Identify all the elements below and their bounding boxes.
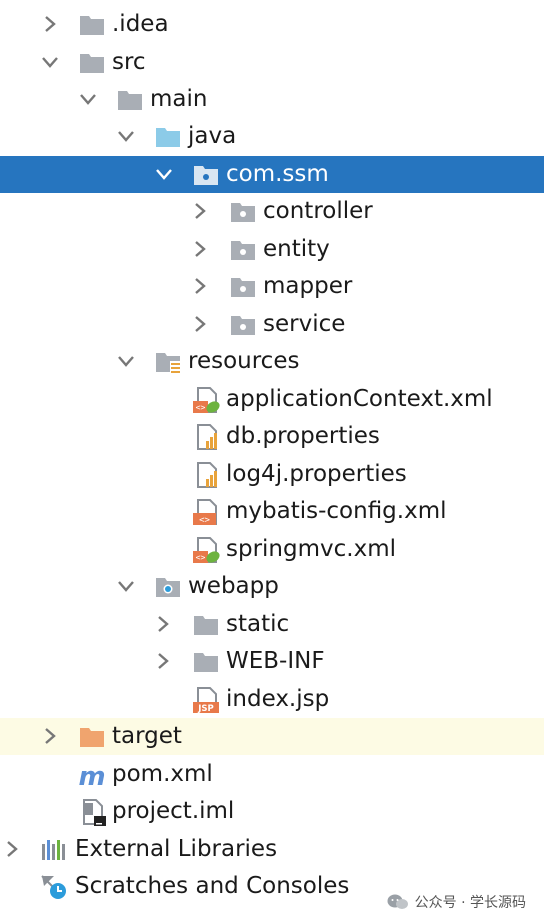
package-icon (231, 278, 255, 297)
chevron-down-icon[interactable] (78, 89, 98, 109)
tree-item-label: static (226, 611, 290, 637)
jsp-badge-text: JSP (197, 704, 214, 714)
chevron-right-icon[interactable] (190, 201, 210, 221)
spring-xml-icon: <> (193, 387, 220, 413)
chevron-right-icon[interactable] (190, 276, 210, 296)
tree-item-label: src (112, 49, 146, 75)
tree-item-entity[interactable]: entity (0, 231, 544, 268)
tree-item-static[interactable]: static (0, 606, 544, 643)
chevron-down-icon[interactable] (40, 52, 60, 72)
tree-item-service[interactable]: service (0, 306, 544, 343)
svg-text:m: m (78, 762, 105, 789)
chevron-right-icon[interactable] (190, 239, 210, 259)
tree-item-springmvc-xml[interactable]: <> springmvc.xml (0, 531, 544, 568)
tree-item-external-libraries[interactable]: External Libraries (0, 831, 544, 868)
tree-item-label: controller (263, 198, 373, 224)
tree-item-label: target (112, 723, 182, 749)
tree-item-index-jsp[interactable]: JSP index.jsp (0, 681, 544, 718)
wechat-icon (387, 894, 408, 909)
tree-item-log4j-properties[interactable]: log4j.properties (0, 456, 544, 493)
tree-item-project-iml[interactable]: project.iml (0, 793, 544, 830)
properties-file-icon (197, 424, 217, 450)
folder-icon (194, 616, 218, 635)
tree-item-webapp[interactable]: webapp (0, 568, 544, 605)
tree-item-com-ssm[interactable]: com.ssm (0, 156, 544, 193)
chevron-right-icon[interactable] (190, 314, 210, 334)
tree-item-target[interactable]: target (0, 718, 544, 755)
package-icon (231, 316, 255, 335)
folder-icon (118, 91, 142, 110)
jsp-file-icon: JSP (193, 687, 219, 714)
tree-item-db-properties[interactable]: db.properties (0, 418, 544, 455)
chevron-down-icon[interactable] (116, 351, 136, 371)
package-icon (231, 203, 255, 222)
libraries-icon (42, 840, 65, 860)
resources-folder-icon (156, 353, 181, 374)
tree-item-label: mybatis-config.xml (226, 498, 447, 524)
tree-item-mybatis-config-xml[interactable]: <> mybatis-config.xml (0, 493, 544, 530)
chevron-right-icon[interactable] (2, 839, 22, 859)
chevron-down-icon[interactable] (116, 576, 136, 596)
chevron-right-icon[interactable] (153, 651, 173, 671)
svg-text:<>: <> (199, 516, 210, 526)
chevron-right-icon[interactable] (153, 614, 173, 634)
svg-text:<>: <> (196, 403, 206, 412)
folder-icon (194, 653, 218, 672)
tree-item-label: com.ssm (226, 161, 329, 187)
svg-text:<>: <> (196, 553, 206, 562)
tree-item-idea[interactable]: .idea (0, 6, 544, 43)
tree-item-label: db.properties (226, 423, 380, 449)
tree-item-label: springmvc.xml (226, 536, 396, 562)
web-folder-icon (156, 578, 180, 597)
tree-item-label: project.iml (112, 798, 235, 824)
xml-file-icon: <> (193, 499, 217, 526)
iml-file-icon (83, 799, 106, 826)
tree-item-label: .idea (112, 11, 169, 37)
properties-file-icon (197, 462, 217, 488)
chevron-down-icon[interactable] (116, 126, 136, 146)
chevron-right-icon[interactable] (40, 726, 60, 746)
tree-item-applicationcontext-xml[interactable]: <> applicationContext.xml (0, 381, 544, 418)
folder-icon (80, 16, 104, 35)
tree-item-label: webapp (188, 573, 279, 599)
tree-item-label: Scratches and Consoles (75, 873, 350, 899)
maven-icon: m (78, 762, 105, 789)
watermark-text: 公众号 · 学长源码 (414, 895, 526, 911)
tree-item-mapper[interactable]: mapper (0, 268, 544, 305)
tree-item-label: resources (188, 348, 300, 374)
chevron-right-icon[interactable] (40, 14, 60, 34)
tree-item-pom-xml[interactable]: m pom.xml (0, 756, 544, 793)
tree-item-java[interactable]: java (0, 118, 544, 155)
source-folder-icon (156, 128, 180, 147)
scratches-icon (41, 875, 66, 899)
tree-item-label: service (263, 311, 346, 337)
tree-item-label: index.jsp (226, 686, 330, 712)
tree-item-controller[interactable]: controller (0, 193, 544, 230)
tree-item-label: mapper (263, 273, 353, 299)
tree-item-label: External Libraries (75, 836, 278, 862)
watermark: 公众号 · 学长源码 (387, 892, 526, 912)
tree-item-src[interactable]: src (0, 44, 544, 81)
tree-item-web-inf[interactable]: WEB-INF (0, 643, 544, 680)
spring-xml-icon: <> (193, 537, 220, 563)
tree-item-resources[interactable]: resources (0, 343, 544, 380)
tree-item-label: java (188, 123, 237, 149)
chevron-down-icon[interactable] (154, 164, 174, 184)
tree-item-label: entity (263, 236, 330, 262)
package-icon (231, 241, 255, 260)
folder-icon (80, 54, 104, 73)
tree-item-main[interactable]: main (0, 81, 544, 118)
tree-item-label: main (150, 86, 208, 112)
tree-item-label: pom.xml (112, 761, 213, 787)
tree-item-label: log4j.properties (226, 461, 407, 487)
tree-item-label: applicationContext.xml (226, 386, 493, 412)
excluded-folder-icon (80, 728, 104, 747)
package-icon (194, 166, 218, 185)
tree-item-label: WEB-INF (226, 648, 325, 674)
